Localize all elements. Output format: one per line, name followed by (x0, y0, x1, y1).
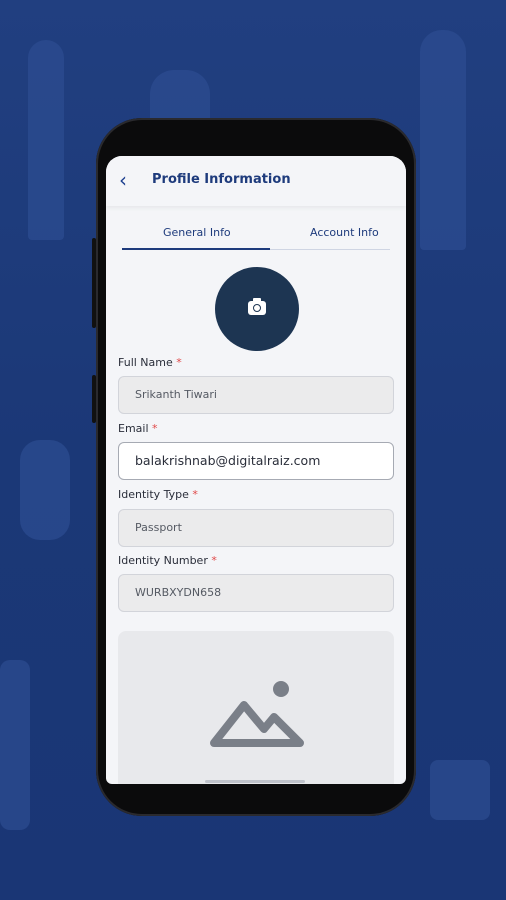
tab-account-info[interactable]: Account Info (310, 226, 379, 239)
page-title: Profile Information (152, 172, 291, 187)
email-field[interactable]: balakrishnab@digitalraiz.com (118, 442, 394, 480)
identity-document-upload[interactable] (118, 631, 394, 784)
phone-volume-button (92, 238, 96, 328)
worker-silhouette (420, 30, 466, 250)
back-arrow-icon[interactable]: ‹ (119, 170, 137, 190)
home-indicator (205, 780, 305, 783)
active-tab-indicator (122, 248, 270, 250)
tab-bar: General Info Account Info (106, 206, 406, 252)
tab-general-info[interactable]: General Info (163, 226, 231, 239)
identity-number-field[interactable]: WURBXYDN658 (118, 574, 394, 612)
profile-photo-button[interactable] (215, 267, 299, 351)
identity-number-label: Identity Number * (118, 554, 217, 567)
worker-silhouette (0, 660, 30, 830)
identity-type-label: Identity Type * (118, 488, 198, 501)
worker-silhouette (28, 40, 64, 240)
full-name-field[interactable]: Srikanth Tiwari (118, 376, 394, 414)
app-screen: ‹ Profile Information General Info Accou… (106, 156, 406, 784)
email-label: Email * (118, 422, 158, 435)
full-name-label: Full Name * (118, 356, 182, 369)
camera-icon (248, 298, 266, 315)
app-bar: ‹ Profile Information (106, 156, 406, 206)
machine-silhouette (430, 760, 490, 820)
worker-silhouette (20, 440, 70, 540)
image-placeholder-icon (210, 681, 304, 747)
phone-side-button (92, 375, 96, 423)
identity-type-field[interactable]: Passport (118, 509, 394, 547)
